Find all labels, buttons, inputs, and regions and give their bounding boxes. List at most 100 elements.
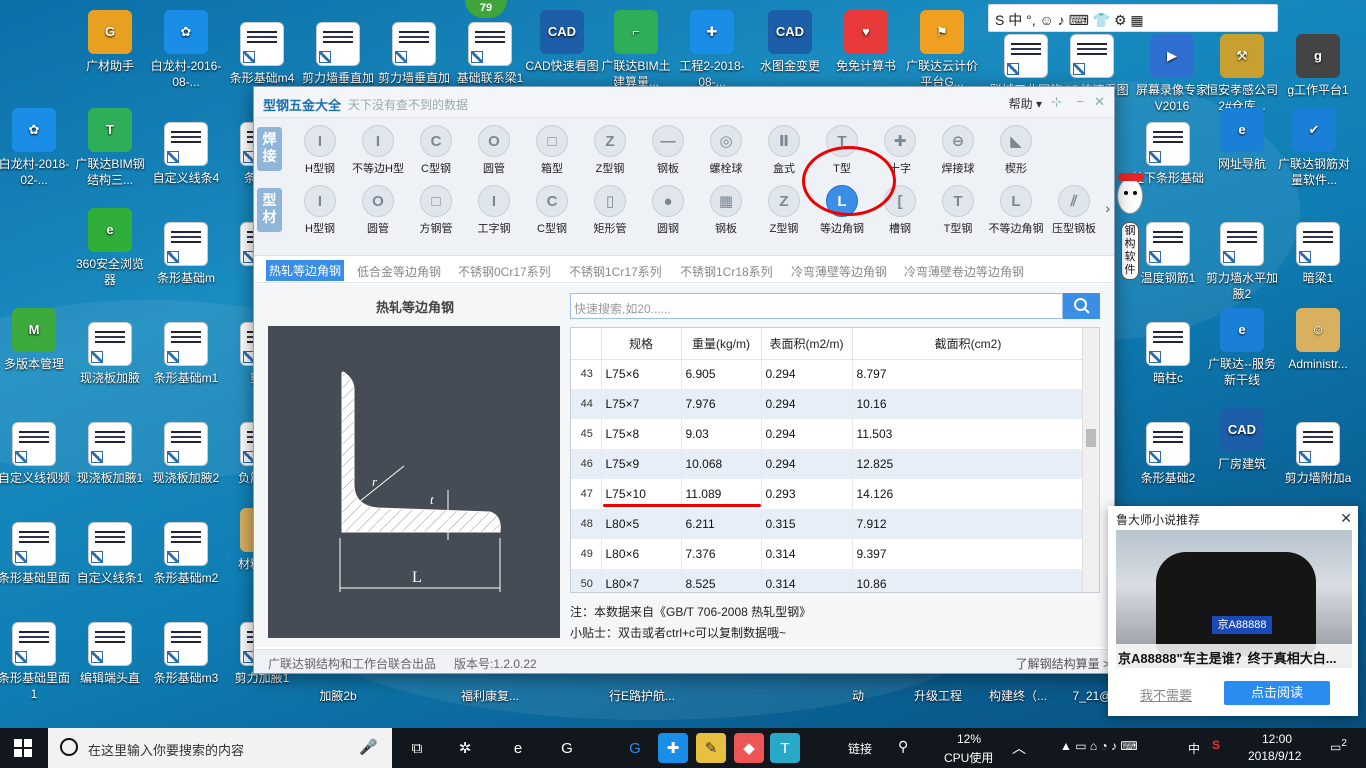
desktop-icon[interactable]: 条形基础m3	[148, 622, 224, 686]
shape-button[interactable]: I 不等边H型	[349, 125, 407, 176]
desktop-icon[interactable]: 暗梁1	[1280, 222, 1356, 286]
shape-button[interactable]: ⊖ 焊接球	[929, 125, 987, 176]
desktop-icon[interactable]: 条形基础里面1	[0, 622, 72, 702]
cell-area[interactable]: 0.293	[761, 479, 853, 509]
cell-area[interactable]: 0.294	[761, 389, 853, 419]
cell-area[interactable]: 0.294	[761, 359, 853, 389]
cell-idx[interactable]: 49	[571, 539, 602, 569]
desktop-icon[interactable]: 条形基础2	[1130, 422, 1206, 486]
cell-section[interactable]: 10.86	[852, 569, 1085, 592]
desktop-icon[interactable]: g g工作平台1	[1280, 34, 1356, 98]
desktop-icon[interactable]: 条形基础里面	[0, 522, 72, 586]
desktop-icon[interactable]: G 广材助手	[72, 10, 148, 74]
help-menu[interactable]: 帮助 ▾	[1009, 95, 1042, 112]
desktop-icon[interactable]: 自定义线条4	[148, 122, 224, 186]
desktop-icon[interactable]: 条形基础m	[148, 222, 224, 286]
desktop-icon[interactable]: e 广联达--服务新干线	[1204, 308, 1280, 388]
table-row[interactable]: 43 L75×6 6.905 0.294 8.797	[571, 359, 1085, 389]
cell-idx[interactable]: 45	[571, 419, 602, 449]
desktop-icon[interactable]: CAD 水图金变更	[752, 10, 828, 74]
cell-weight[interactable]: 7.376	[681, 539, 762, 569]
shape-button[interactable]: C C型钢	[523, 185, 581, 236]
shape-button[interactable]: ▯ 矩形管	[581, 185, 639, 236]
cell-area[interactable]: 0.314	[761, 569, 853, 592]
desktop-icon[interactable]: CAD 厂房建筑	[1204, 408, 1280, 472]
shape-button[interactable]: I H型钢	[291, 125, 349, 176]
table-row[interactable]: 50 L80×7 8.525 0.314 10.86	[571, 569, 1085, 592]
cell-section[interactable]: 9.397	[852, 539, 1085, 569]
minimize-button[interactable]: −	[1076, 94, 1084, 109]
cell-weight[interactable]: 6.905	[681, 359, 762, 389]
table-row[interactable]: 49 L80×6 7.376 0.314 9.397	[571, 539, 1085, 569]
shape-button[interactable]: ◎ 螺栓球	[697, 125, 755, 176]
desktop-icon[interactable]: ☺ Administr...	[1280, 308, 1356, 372]
table-row[interactable]: 45 L75×8 9.03 0.294 11.503	[571, 419, 1085, 449]
shape-button[interactable]: ⫽ 压型钢板	[1045, 185, 1103, 236]
notes-app-icon[interactable]: ✎	[696, 733, 726, 763]
desktop-icon[interactable]: 现浇板加腋1	[72, 422, 148, 486]
cell-idx[interactable]: 50	[571, 569, 602, 592]
cell-area[interactable]: 0.315	[761, 509, 853, 539]
desktop-icon[interactable]: 剪力墙附加a	[1280, 422, 1356, 486]
desktop-icon[interactable]: 现浇板加腋2	[148, 422, 224, 486]
cell-idx[interactable]: 43	[571, 359, 602, 389]
cell-spec[interactable]: L75×9	[601, 449, 682, 479]
title-bar[interactable]: 型钢五金大全 天下没有查不到的数据 帮助 ▾ ⊹ − ✕	[254, 87, 1114, 118]
cell-spec[interactable]: L75×8	[601, 419, 682, 449]
edge-icon[interactable]: e	[503, 733, 533, 763]
subtype-tab[interactable]: 热轧等边角钢	[266, 260, 345, 281]
cell-section[interactable]: 7.912	[852, 509, 1085, 539]
shape-button[interactable]: Z Z型钢	[581, 125, 639, 176]
subtype-tab[interactable]: 不锈钢1Cr17系列	[569, 263, 662, 280]
cell-spec[interactable]: L80×7	[601, 569, 682, 592]
search-input[interactable]: 快速搜索,如20......	[570, 293, 1063, 319]
shape-button[interactable]: ● 圆钢	[639, 185, 697, 236]
desktop-icon[interactable]: ▶ 屏幕录像专家V2016	[1134, 34, 1210, 114]
cell-area[interactable]: 0.294	[761, 449, 853, 479]
shape-button[interactable]: I 工字钢	[465, 185, 523, 236]
cell-idx[interactable]: 46	[571, 449, 602, 479]
cell-weight[interactable]: 8.525	[681, 569, 762, 592]
header-weight[interactable]: 重量(kg/m)	[681, 328, 762, 360]
shape-button[interactable]: ◣ 楔形	[987, 125, 1045, 176]
desktop-icon[interactable]: ✿ 白龙村-2018-02-...	[0, 108, 72, 188]
subtype-tab[interactable]: 低合金等边角钢	[357, 263, 441, 280]
data-table[interactable]: 规格 重量(kg/m) 表面积(m2/m) 截面积(cm2) 43 L75×6 6.…	[570, 327, 1100, 593]
cell-idx[interactable]: 48	[571, 509, 602, 539]
desktop-icon[interactable]: 现浇板加腋	[72, 322, 148, 386]
mascot[interactable]: 钢构软件	[1117, 173, 1144, 296]
desktop-icon[interactable]: ⚑ 广联达云计价平台G...	[904, 10, 980, 90]
tray-icons[interactable]: ▲ ▭ ⌂ ◔ ♪ ⌨	[1060, 739, 1138, 753]
close-button[interactable]: ✕	[1094, 94, 1105, 110]
desktop-icon[interactable]: M 多版本管理	[0, 308, 72, 372]
taskbar-search-input[interactable]: 在这里输入你要搜索的内容 🎤	[48, 728, 392, 768]
desktop-icon[interactable]: T 广联达BIM钢结构三...	[72, 108, 148, 188]
shape-button[interactable]: O 圆管	[349, 185, 407, 236]
search-button[interactable]	[1063, 293, 1100, 319]
subtype-tab[interactable]: 冷弯薄壁卷边等边角钢	[904, 263, 1024, 280]
sogou-icon[interactable]: S	[1212, 738, 1220, 752]
cell-section[interactable]: 11.503	[852, 419, 1085, 449]
desktop-icon[interactable]: ⌐ 广联达BIM土建算量...	[598, 10, 674, 90]
shape-button[interactable]: ▦ 钢板	[697, 185, 755, 236]
task-view-icon[interactable]: ⧉	[402, 733, 432, 763]
desktop-icon[interactable]: 条形基础m4	[224, 22, 300, 86]
360-browser-icon[interactable]: G	[552, 733, 582, 763]
cell-section[interactable]: 12.825	[852, 449, 1085, 479]
cell-spec[interactable]: L75×7	[601, 389, 682, 419]
desktop-icon[interactable]: ✿ 白龙村-2016-08-...	[148, 10, 224, 90]
shape-button[interactable]: — 钢板	[639, 125, 697, 176]
shape-button[interactable]: T T型钢	[929, 185, 987, 236]
desktop-icon[interactable]: 自定义线条1	[72, 522, 148, 586]
desktop-icon[interactable]: 条形基础m1	[148, 322, 224, 386]
cell-weight[interactable]: 7.976	[681, 389, 762, 419]
microphone-icon[interactable]: 🎤	[359, 738, 378, 756]
desktop-icon[interactable]: 暗柱c	[1130, 322, 1206, 386]
desktop-icon[interactable]: ✚ 工程2-2018-08-...	[674, 10, 750, 90]
desktop-icon[interactable]: 编辑端头直	[72, 622, 148, 686]
cell-section[interactable]: 10.16	[852, 389, 1085, 419]
steel-app-icon[interactable]: T	[770, 733, 800, 763]
cross-app-icon[interactable]: ✚	[658, 733, 688, 763]
shape-button[interactable]: C C型钢	[407, 125, 465, 176]
notification-icon[interactable]: ▭2	[1330, 738, 1347, 754]
